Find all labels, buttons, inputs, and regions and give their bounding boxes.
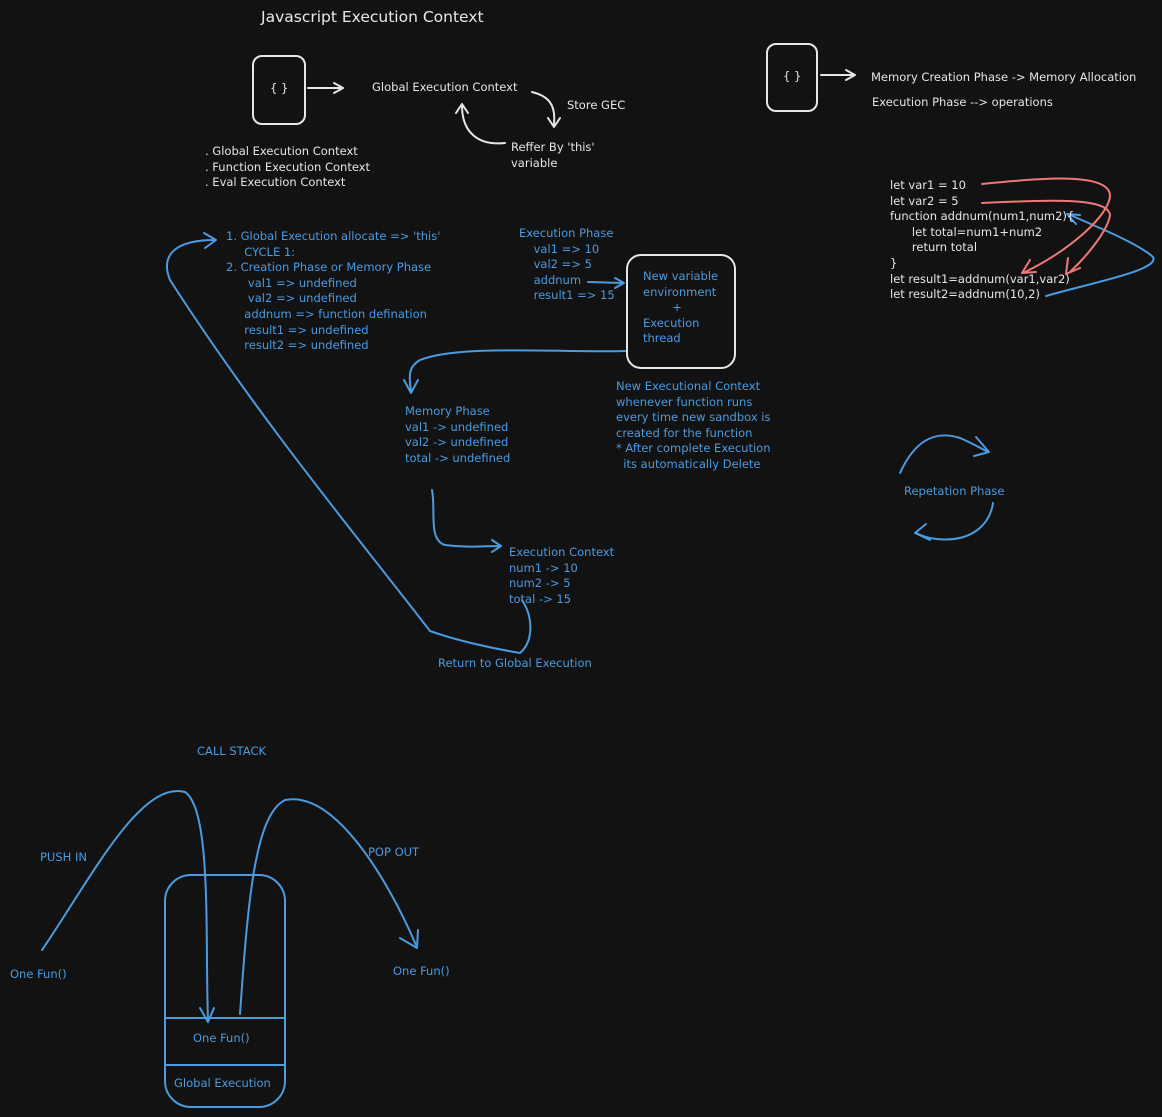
execution-context-notes: Execution Context num1 -> 10 num2 -> 5 t…: [509, 545, 615, 606]
code-snippet: let var1 = 10 let var2 = 5 function addn…: [890, 178, 1075, 302]
phases-arrow: [820, 69, 856, 81]
stack-slot-bottom: Global Execution: [174, 1076, 271, 1090]
fun-left-label: One Fun(): [10, 967, 67, 981]
memory-to-context-arrow: [431, 489, 502, 553]
context-types: . Global Execution Context . Function Ex…: [205, 144, 371, 190]
reffer-label: Reffer By 'this' variable: [511, 140, 595, 170]
memory-phase-notes: Memory Phase val1 -> undefined val2 -> u…: [405, 404, 511, 465]
gec-box-icon: { }: [270, 81, 289, 95]
reffer-arrow: [455, 103, 506, 145]
repetition-bottom-arrow: [914, 502, 994, 541]
memory-creation-phase: Memory Creation Phase -> Memory Allocati…: [871, 70, 1137, 84]
store-arrow: [531, 91, 561, 128]
push-in-label: PUSH IN: [40, 850, 87, 864]
env-to-memory-arrow: [403, 349, 626, 394]
new-context-notes: New Executional Context whenever functio…: [616, 379, 771, 471]
page-title: Javascript Execution Context: [261, 8, 484, 26]
pop-arrow: [239, 798, 419, 1015]
gec-arrow: [307, 82, 344, 94]
stack-slot-top: One Fun(): [193, 1031, 250, 1045]
repetition-top-arrow: [899, 434, 990, 474]
phases-box-icon: { }: [783, 69, 802, 83]
return-label: Return to Global Execution: [438, 656, 592, 670]
execution-phase-notes: Execution Phase val1 => 10 val2 => 5 add…: [519, 226, 615, 303]
cycle-notes: 1. Global Execution allocate => 'this' C…: [226, 229, 441, 353]
call-stack-title: CALL STACK: [197, 744, 267, 758]
repetition-label: Repetation Phase: [904, 484, 1005, 498]
fun-right-label: One Fun(): [393, 964, 450, 978]
pop-out-label: POP OUT: [368, 845, 420, 859]
new-env-label: New variable environment + Execution thr…: [643, 269, 719, 346]
push-arrow: [41, 790, 215, 1023]
store-gec-label: Store GEC: [567, 98, 626, 112]
stack-box: [164, 874, 286, 1108]
gec-label: Global Execution Context: [372, 80, 518, 94]
execution-phase-ops: Execution Phase --> operations: [872, 95, 1053, 109]
